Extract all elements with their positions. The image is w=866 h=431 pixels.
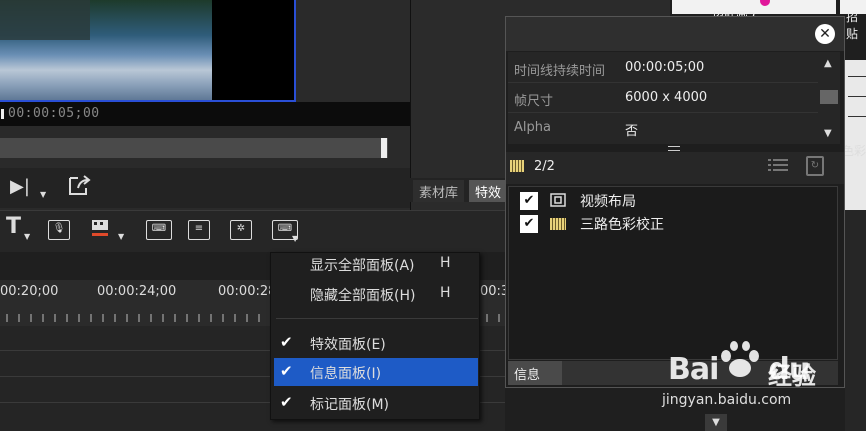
clip-color-icon[interactable] <box>90 218 112 238</box>
timecode-marker <box>1 109 4 119</box>
check-icon: ✔ <box>280 333 293 351</box>
menu-item-marker-panel[interactable]: ✔ 标记面板(M) <box>270 389 478 417</box>
chevron-down-icon[interactable]: ▼ <box>292 234 298 243</box>
video-frame <box>0 0 296 102</box>
thumbnail-label: 招贴 <box>846 10 859 41</box>
chevron-down-icon[interactable]: ▼ <box>24 232 30 241</box>
ruler-label: 00:20;00 <box>0 284 59 299</box>
ruler-label: 00:00:28 <box>218 284 277 299</box>
watermark-url: jingyan.baidu.com <box>662 392 792 408</box>
preview-scrub-bar[interactable] <box>0 138 388 158</box>
video-layout-icon <box>550 193 566 207</box>
chevron-down-icon[interactable]: ▼ <box>40 190 46 199</box>
tab-library[interactable]: 素材库 <box>413 180 465 202</box>
property-row: 时间线持续时间 00:00:05;00 <box>508 53 818 83</box>
app-window: 00:00:05;00 ▶| ▼ 招贴画2 招贴 色彩 素材库 特效 T ▼ 🎙… <box>0 0 866 431</box>
effects-count-bar <box>506 152 844 184</box>
check-icon[interactable]: ✔ <box>520 215 538 233</box>
film-strip-icon <box>550 218 566 230</box>
menu-item-show-all[interactable]: 显示全部面板(A) H <box>270 250 478 278</box>
menu-separator <box>276 318 478 319</box>
chevron-down-icon[interactable]: ▼ <box>118 232 124 241</box>
effect-item-color-correction[interactable]: ✔ 三路色彩校正 <box>516 213 816 235</box>
check-icon[interactable]: ✔ <box>520 192 538 210</box>
check-icon: ✔ <box>280 393 293 411</box>
close-icon[interactable]: ✕ <box>815 24 835 44</box>
scrub-handle[interactable] <box>381 138 387 158</box>
tab-effects[interactable]: 特效 <box>469 180 508 202</box>
panel-splitter[interactable] <box>668 146 680 151</box>
property-row: Alpha 否 <box>514 120 639 139</box>
ruler-label: 00:00:24;00 <box>97 284 177 299</box>
menu-item-effects-panel[interactable]: ✔ 特效面板(E) <box>270 329 478 357</box>
video-overlay-region <box>0 0 90 40</box>
multicam-icon[interactable]: ✲ <box>230 220 252 240</box>
watermark-cn: 经验 <box>768 362 816 390</box>
title-text-icon[interactable]: T <box>6 214 21 239</box>
timeline-toolbar <box>0 210 505 252</box>
export-icon[interactable] <box>68 174 92 201</box>
play-to-marker-icon[interactable]: ▶| <box>10 176 30 197</box>
scroll-down-icon[interactable]: ▼ <box>824 128 832 139</box>
menu-item-hide-all[interactable]: 隐藏全部面板(H) H <box>270 280 478 308</box>
scrollbar-thumb[interactable] <box>820 90 838 104</box>
record-voice-icon[interactable]: 🎙 <box>48 220 70 240</box>
right-column <box>845 210 866 431</box>
film-strip-icon <box>510 160 524 172</box>
trash-icon[interactable]: ↻ <box>806 156 824 176</box>
side-thumbnail-label: 色彩 <box>842 144 866 158</box>
paw-logo-icon <box>721 341 759 377</box>
transport-bar: ▶| ▼ <box>0 168 410 208</box>
audio-mixer-icon[interactable]: ≡ <box>188 220 210 240</box>
keyboard-icon[interactable]: ⌨ <box>146 220 172 240</box>
preview-timecode: 00:00:05;00 <box>8 106 100 121</box>
list-icon[interactable] <box>768 158 788 172</box>
tab-info[interactable]: 信息 <box>508 361 562 385</box>
effects-count: 2/2 <box>534 159 555 174</box>
chevron-down-icon[interactable]: ▼ <box>705 414 727 431</box>
effect-item-video-layout[interactable]: ✔ 视频布局 <box>516 190 816 212</box>
check-icon: ✔ <box>280 362 293 380</box>
property-row: 帧尺寸 6000 x 4000 <box>508 83 818 113</box>
info-panel-header <box>506 17 844 51</box>
scroll-up-icon[interactable]: ▲ <box>824 58 832 69</box>
menu-item-info-panel[interactable]: ✔ 信息面板(I) <box>274 358 478 386</box>
